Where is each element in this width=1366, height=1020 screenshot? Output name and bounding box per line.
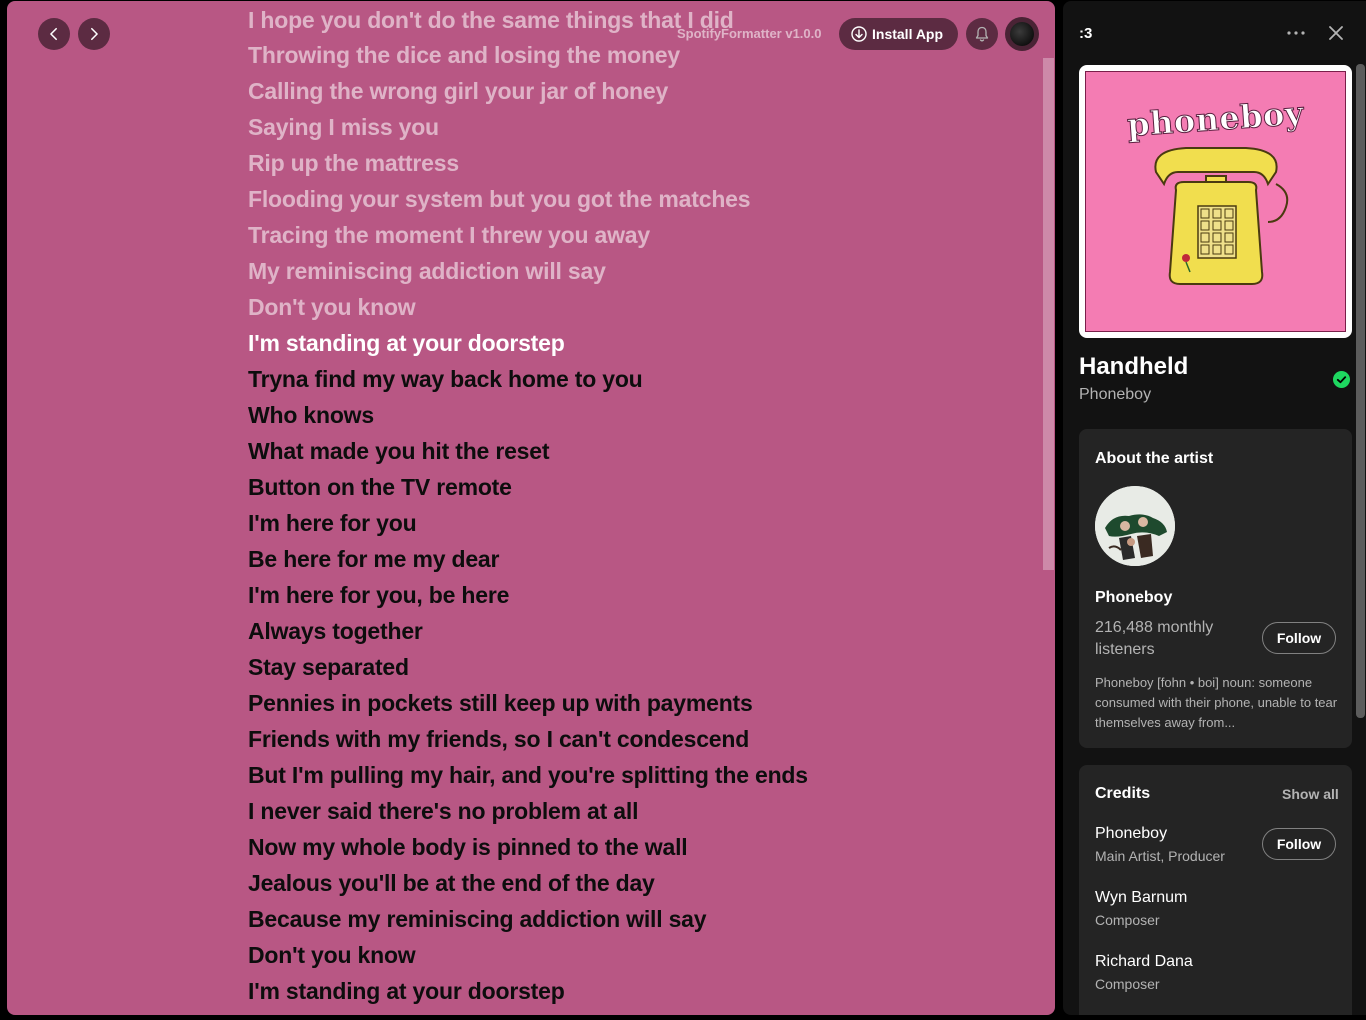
lyric-line[interactable]: Pennies in pockets still keep up with pa… bbox=[248, 685, 808, 721]
lyric-line[interactable]: I never said there's no problem at all bbox=[248, 793, 808, 829]
lyric-line[interactable]: Tracing the moment I threw you away bbox=[248, 217, 808, 253]
lyric-line[interactable]: I'm standing at your doorstep bbox=[248, 973, 808, 1009]
lyric-line[interactable]: Friends with my friends, so I can't cond… bbox=[248, 721, 808, 757]
lyric-line[interactable]: Because my reminiscing addiction will sa… bbox=[248, 901, 808, 937]
lyric-line[interactable]: My reminiscing addiction will say bbox=[248, 253, 808, 289]
artist-photo[interactable] bbox=[1095, 486, 1175, 566]
lyric-line-current[interactable]: I'm standing at your doorstep bbox=[248, 325, 808, 361]
lyric-line[interactable]: Throwing the dice and losing the money bbox=[248, 37, 808, 73]
lyric-line[interactable]: Don't you know bbox=[248, 289, 808, 325]
lyric-line[interactable]: Be here for me my dear bbox=[248, 541, 808, 577]
lyric-line[interactable]: Now my whole body is pinned to the wall bbox=[248, 829, 808, 865]
lyric-line[interactable]: Saying I miss you bbox=[248, 109, 808, 145]
credits-show-all-link[interactable]: Show all bbox=[1282, 786, 1339, 802]
credit-role: Composer bbox=[1095, 976, 1160, 992]
lyric-line[interactable]: Tryna find my way back home to you bbox=[248, 361, 808, 397]
credit-role: Composer bbox=[1095, 912, 1160, 928]
lyric-line[interactable]: I'm here for you, be here bbox=[248, 577, 808, 613]
album-art: phoneboy bbox=[1079, 65, 1352, 338]
monthly-listeners: 216,488 monthly listeners bbox=[1095, 619, 1214, 658]
about-artist-heading: About the artist bbox=[1095, 450, 1214, 467]
track-artist[interactable]: Phoneboy bbox=[1079, 386, 1151, 404]
lyric-line[interactable]: Rip up the mattress bbox=[248, 145, 808, 181]
bell-icon bbox=[975, 26, 989, 42]
download-circle-icon bbox=[851, 26, 867, 42]
lyric-line[interactable]: But I'm pulling my hair, and you're spli… bbox=[248, 757, 808, 793]
artist-follow-button[interactable]: Follow bbox=[1262, 622, 1336, 654]
close-panel-button[interactable] bbox=[1325, 23, 1347, 43]
lyric-line[interactable]: Calling the wrong girl your jar of honey bbox=[248, 73, 808, 109]
lyric-line[interactable]: Flooding your system but you got the mat… bbox=[248, 181, 808, 217]
lyric-line[interactable]: Jealous you'll be at the end of the day bbox=[248, 865, 808, 901]
telephone-illustration bbox=[1154, 147, 1289, 285]
close-icon bbox=[1329, 26, 1343, 40]
more-horizontal-icon bbox=[1287, 31, 1305, 35]
about-artist-card[interactable]: About the artist Phoneboy 216,488 monthl… bbox=[1079, 429, 1352, 748]
credits-heading: Credits bbox=[1095, 785, 1151, 802]
credit-follow-button[interactable]: Follow bbox=[1262, 828, 1336, 860]
install-app-label: Install App bbox=[872, 26, 944, 42]
artist-bio: Phoneboy [fohn • boi] noun: someone cons… bbox=[1095, 675, 1338, 730]
lyric-line[interactable]: Don't you know bbox=[248, 937, 808, 973]
lyric-line[interactable]: Button on the TV remote bbox=[248, 469, 808, 505]
sidebar-scrollbar[interactable] bbox=[1356, 64, 1365, 718]
more-options-button[interactable] bbox=[1285, 23, 1307, 43]
lyrics-scrollbar[interactable] bbox=[1043, 58, 1054, 570]
back-button[interactable] bbox=[38, 18, 70, 50]
sidebar-title: :3 bbox=[1079, 25, 1093, 42]
saved-check-icon[interactable] bbox=[1333, 371, 1350, 388]
lyric-line[interactable]: What made you hit the reset bbox=[248, 433, 808, 469]
chevron-right-icon bbox=[91, 27, 98, 41]
notifications-button[interactable] bbox=[966, 18, 998, 50]
lyric-line[interactable]: Who knows bbox=[248, 397, 808, 433]
forward-button[interactable] bbox=[78, 18, 110, 50]
about-artist-name[interactable]: Phoneboy bbox=[1095, 589, 1172, 607]
now-playing-view: :3 phoneboy Handheld Phoneboy About the … bbox=[1063, 1, 1366, 1015]
chevron-left-icon bbox=[50, 27, 57, 41]
profile-avatar[interactable] bbox=[1005, 17, 1039, 51]
install-app-button[interactable]: Install App bbox=[839, 18, 958, 50]
lyric-line[interactable]: Always together bbox=[248, 613, 808, 649]
lyrics-panel: I hope you don't do the same things that… bbox=[7, 1, 1055, 1015]
lyric-line[interactable]: Stay separated bbox=[248, 649, 808, 685]
credit-name: Richard Dana bbox=[1095, 953, 1193, 970]
track-title[interactable]: Handheld bbox=[1079, 353, 1188, 381]
credit-row: Wyn Barnum Composer bbox=[1095, 889, 1335, 928]
credits-card: Credits Show all Phoneboy Main Artist, P… bbox=[1079, 765, 1352, 1015]
lyric-line[interactable]: I'm here for you bbox=[248, 505, 808, 541]
credit-row: Richard Dana Composer bbox=[1095, 953, 1335, 992]
credit-name: Wyn Barnum bbox=[1095, 889, 1188, 906]
version-label: SpotifyFormatter v1.0.0 bbox=[677, 26, 822, 41]
lyrics-list: I hope you don't do the same things that… bbox=[248, 1, 808, 1009]
